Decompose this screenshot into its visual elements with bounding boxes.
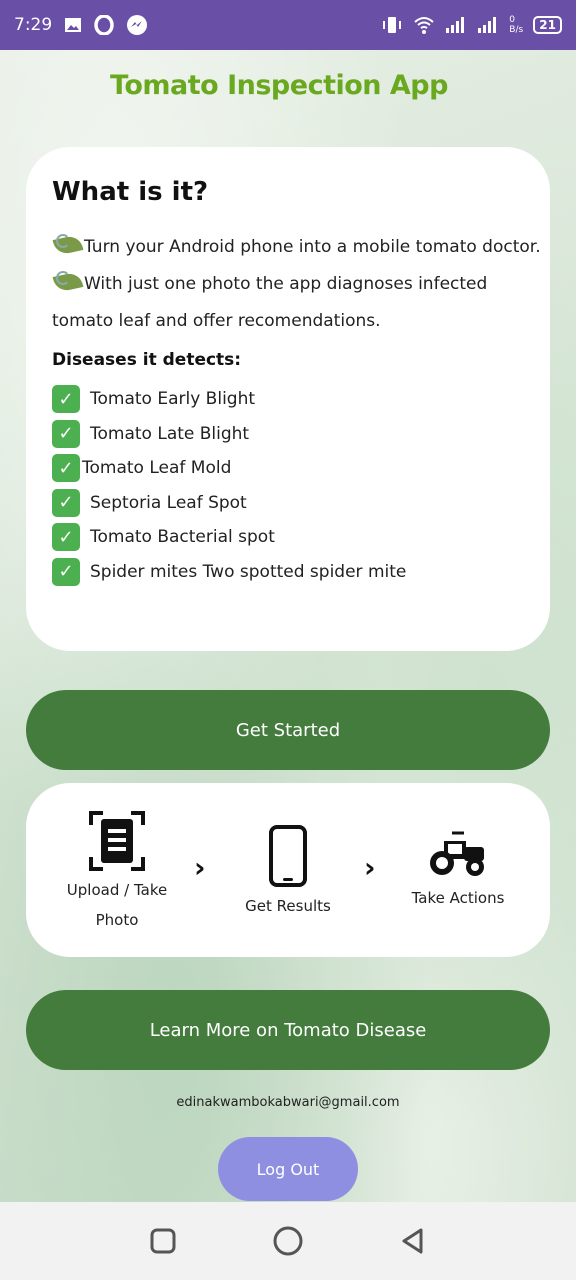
- disease-item: ✓ Spider mites Two spotted spider mite: [52, 555, 524, 590]
- step-upload: Upload / Take Photo: [56, 811, 178, 935]
- signal-icon-2: [477, 16, 499, 34]
- leaf-icon: [52, 234, 84, 256]
- status-time: 7:29: [14, 15, 53, 35]
- step-upload-label-1: Upload / Take: [66, 881, 168, 899]
- chevron-right-icon: ›: [364, 851, 376, 884]
- get-started-button[interactable]: Get Started: [26, 690, 550, 770]
- network-speed: 0 B/s: [509, 15, 524, 35]
- steps-card: Upload / Take Photo › Get Results › Take…: [26, 783, 550, 957]
- document-scan-icon: [89, 811, 145, 875]
- check-icon: ✓: [52, 488, 80, 517]
- description-line-1: Turn your Android phone into a mobile to…: [52, 229, 541, 266]
- info-heading: What is it?: [52, 177, 209, 207]
- smartphone-icon: [268, 825, 308, 891]
- disease-item: ✓ Tomato Early Blight: [52, 382, 524, 417]
- learn-more-button[interactable]: Learn More on Tomato Disease: [26, 990, 550, 1070]
- check-icon: ✓: [52, 523, 80, 552]
- gallery-icon: [64, 17, 82, 33]
- step-actions-label: Take Actions: [411, 889, 505, 907]
- logout-button[interactable]: Log Out: [218, 1137, 358, 1201]
- app-title: Tomato Inspection App: [110, 70, 448, 101]
- opera-icon: [94, 15, 114, 35]
- disease-item: ✓ Tomato Bacterial spot: [52, 520, 524, 555]
- step-upload-label-2: Photo: [95, 911, 139, 929]
- disease-item: ✓ Tomato Late Blight: [52, 417, 524, 452]
- wifi-icon: [413, 15, 435, 35]
- battery-indicator: 21: [533, 16, 562, 34]
- user-email: edinakwambokabwari@gmail.com: [176, 1095, 400, 1110]
- info-card: What is it? Turn your Android phone into…: [26, 147, 550, 651]
- check-icon: ✓: [52, 385, 80, 414]
- navigation-bar: [0, 1202, 576, 1280]
- description-line-3: tomato leaf and offer recomendations.: [52, 311, 381, 331]
- vibrate-icon: [381, 15, 403, 35]
- back-icon[interactable]: [393, 1221, 433, 1261]
- description-line-2: With just one photo the app diagnoses in…: [52, 266, 524, 303]
- check-icon: ✓: [52, 557, 80, 586]
- recents-icon[interactable]: [143, 1221, 183, 1261]
- chevron-right-icon: ›: [194, 851, 206, 884]
- step-results: Get Results: [226, 825, 350, 921]
- disease-item: ✓ Septoria Leaf Spot: [52, 486, 524, 521]
- leaf-icon: [52, 271, 84, 293]
- signal-icon-1: [445, 16, 467, 34]
- check-icon: ✓: [52, 454, 80, 483]
- step-actions: Take Actions: [398, 831, 518, 913]
- home-icon[interactable]: [268, 1221, 308, 1261]
- check-icon: ✓: [52, 419, 80, 448]
- step-results-label: Get Results: [245, 897, 331, 915]
- tractor-icon: [428, 831, 488, 883]
- messenger-icon: [126, 14, 148, 36]
- disease-item: ✓ Tomato Leaf Mold: [52, 451, 524, 486]
- diseases-heading: Diseases it detects:: [52, 350, 242, 370]
- status-bar: 7:29 0 B/s 21: [0, 0, 576, 50]
